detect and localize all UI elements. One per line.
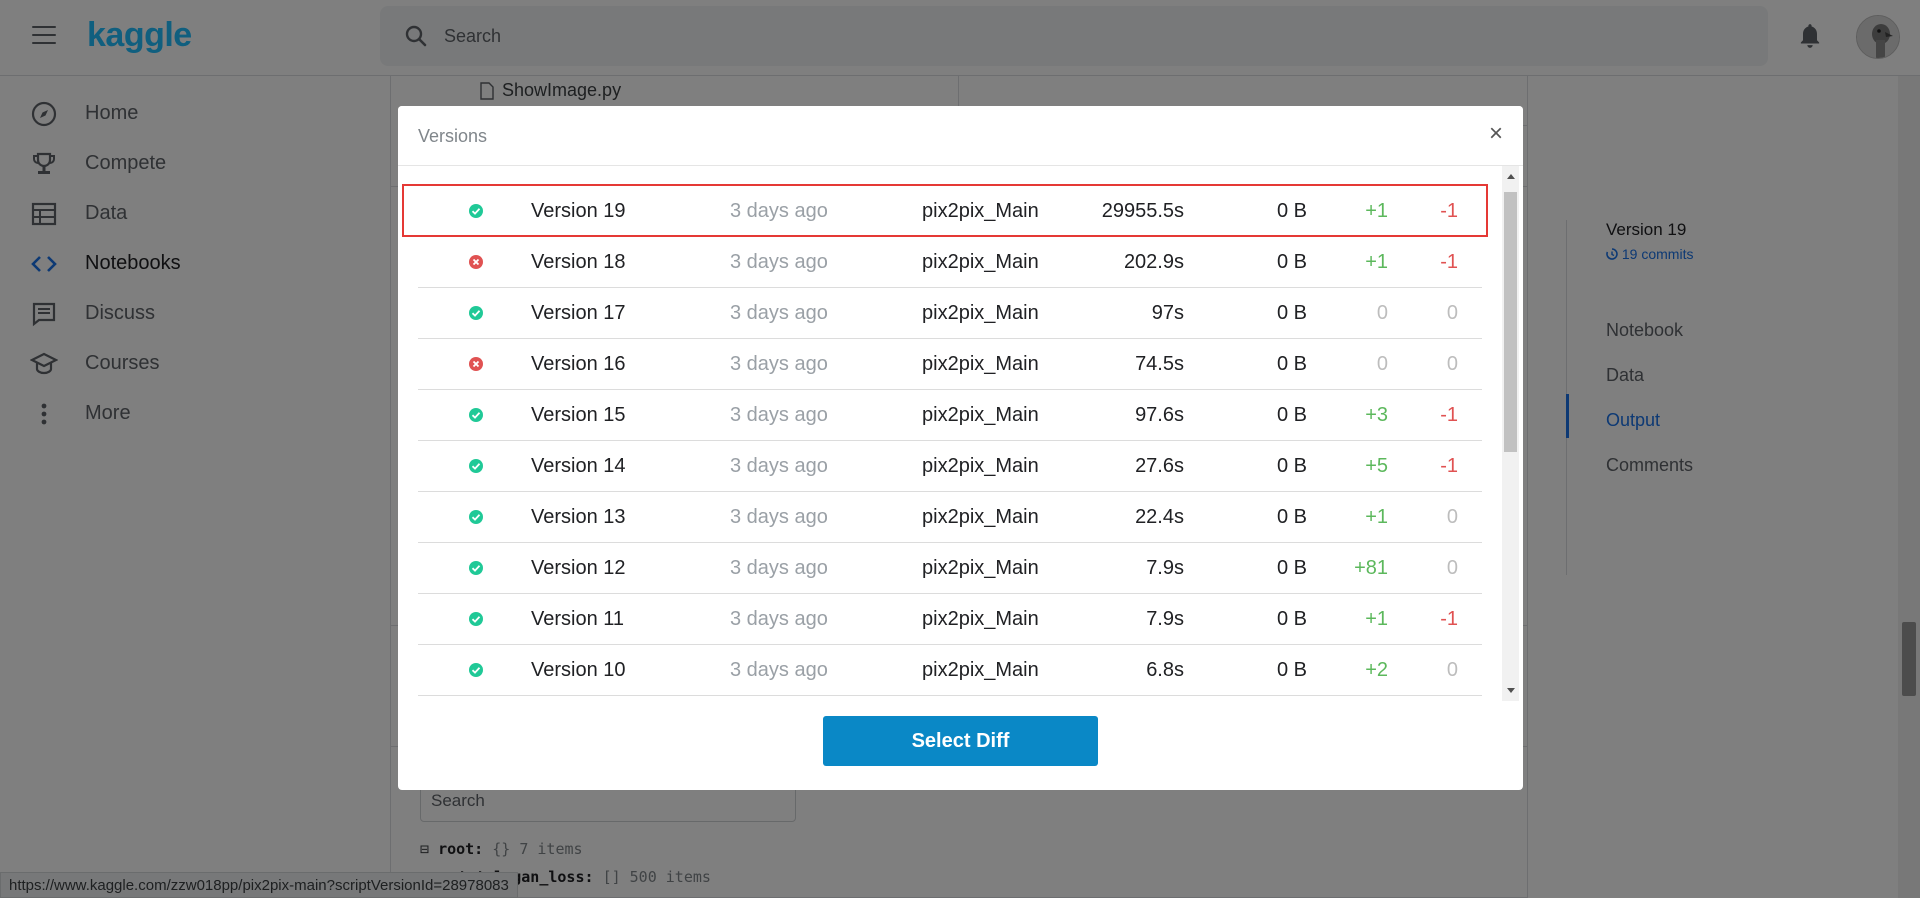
version-label: Version 10 <box>531 659 626 681</box>
kernel-name: pix2pix_Main <box>922 404 1039 426</box>
version-row[interactable]: Version 11 3 days ago pix2pix_Main 7.9s 0 B +… <box>418 594 1482 645</box>
modal-title: Versions <box>418 126 488 146</box>
run-time: 202.9s <box>1123 251 1184 273</box>
lines-removed: 0 <box>1446 506 1458 528</box>
kernel-name: pix2pix_Main <box>922 659 1039 681</box>
select-diff-button[interactable]: Select Diff <box>823 716 1098 766</box>
success-check-icon <box>469 510 483 524</box>
error-x-icon <box>469 357 483 371</box>
run-time: 7.9s <box>1146 608 1184 630</box>
lines-removed: 0 <box>1446 353 1458 375</box>
lines-added: +1 <box>1365 506 1388 528</box>
output-size: 0 B <box>1276 302 1307 324</box>
version-row[interactable]: Version 10 3 days ago pix2pix_Main 6.8s 0 B +… <box>418 645 1482 696</box>
version-row[interactable]: Version 16 3 days ago pix2pix_Main 74.5s 0 B… <box>418 339 1482 390</box>
lines-added: +1 <box>1365 608 1388 630</box>
kernel-name: pix2pix_Main <box>922 353 1039 375</box>
success-check-icon <box>469 408 483 422</box>
lines-added: +2 <box>1365 659 1388 681</box>
kernel-name: pix2pix_Main <box>922 302 1039 324</box>
version-date: 3 days ago <box>730 557 828 579</box>
kernel-name: pix2pix_Main <box>922 506 1039 528</box>
version-label: Version 15 <box>531 404 626 426</box>
lines-removed: 0 <box>1446 557 1458 579</box>
version-row[interactable]: Version 13 3 days ago pix2pix_Main 22.4s 0 B… <box>418 492 1482 543</box>
scroll-down-icon[interactable] <box>1507 688 1515 693</box>
success-check-icon <box>469 459 483 473</box>
lines-removed: -1 <box>1440 251 1458 273</box>
run-time: 97s <box>1151 302 1184 324</box>
success-check-icon <box>469 561 483 575</box>
versions-list: Version 19 3 days ago pix2pix_Main 29955.5s… <box>418 186 1482 696</box>
version-label: Version 14 <box>531 455 626 477</box>
version-label: Version 17 <box>531 302 626 324</box>
lines-added: +1 <box>1365 251 1388 273</box>
scroll-up-icon[interactable] <box>1507 174 1515 179</box>
version-date: 3 days ago <box>730 455 828 477</box>
version-date: 3 days ago <box>730 506 828 528</box>
modal-header: Versions × <box>398 106 1523 166</box>
lines-removed: -1 <box>1440 404 1458 426</box>
error-x-icon <box>469 255 483 269</box>
kernel-name: pix2pix_Main <box>922 455 1039 477</box>
success-check-icon <box>469 663 483 677</box>
output-size: 0 B <box>1276 404 1307 426</box>
version-date: 3 days ago <box>730 659 828 681</box>
lines-removed: 0 <box>1446 659 1458 681</box>
kernel-name: pix2pix_Main <box>922 608 1039 630</box>
success-check-icon <box>469 612 483 626</box>
version-date: 3 days ago <box>730 251 828 273</box>
version-row[interactable]: Version 15 3 days ago pix2pix_Main 97.6s 0 B… <box>418 390 1482 441</box>
version-date: 3 days ago <box>730 302 828 324</box>
version-label: Version 16 <box>531 353 626 375</box>
output-size: 0 B <box>1276 608 1307 630</box>
lines-added: +5 <box>1365 455 1388 477</box>
run-time: 7.9s <box>1146 557 1184 579</box>
lines-removed: 0 <box>1446 302 1458 324</box>
close-icon[interactable]: × <box>1489 122 1503 146</box>
version-date: 3 days ago <box>730 404 828 426</box>
modal-scroll-thumb[interactable] <box>1504 192 1517 452</box>
lines-added: 0 <box>1376 353 1388 375</box>
run-time: 6.8s <box>1146 659 1184 681</box>
lines-added: +81 <box>1354 557 1388 579</box>
kernel-name: pix2pix_Main <box>922 251 1039 273</box>
lines-added: +3 <box>1365 404 1388 426</box>
output-size: 0 B <box>1276 353 1307 375</box>
modal-scrollbar[interactable] <box>1502 166 1519 701</box>
run-time: 97.6s <box>1135 404 1184 426</box>
lines-added: 0 <box>1376 302 1388 324</box>
version-row[interactable]: Version 18 3 days ago pix2pix_Main 202.9s 0 … <box>418 237 1482 288</box>
output-size: 0 B <box>1276 557 1307 579</box>
kernel-name: pix2pix_Main <box>922 557 1039 579</box>
version-label: Version 12 <box>531 557 626 579</box>
version-label: Version 18 <box>531 251 626 273</box>
output-size: 0 B <box>1276 455 1307 477</box>
output-size: 0 B <box>1276 659 1307 681</box>
run-time: 27.6s <box>1135 455 1184 477</box>
version-label: Version 11 <box>531 608 625 630</box>
version-date: 3 days ago <box>730 608 828 630</box>
lines-removed: -1 <box>1440 608 1458 630</box>
run-time: 22.4s <box>1135 506 1184 528</box>
run-time: 74.5s <box>1135 353 1184 375</box>
version-row[interactable]: Version 14 3 days ago pix2pix_Main 27.6s 0 B… <box>418 441 1482 492</box>
version-label: Version 13 <box>531 506 626 528</box>
selected-row-highlight <box>402 184 1488 237</box>
success-check-icon <box>469 306 483 320</box>
version-date: 3 days ago <box>730 353 828 375</box>
version-row[interactable]: Version 17 3 days ago pix2pix_Main 97s 0 B 0 0 <box>418 288 1482 339</box>
output-size: 0 B <box>1276 251 1307 273</box>
lines-removed: -1 <box>1440 455 1458 477</box>
version-row[interactable]: Version 12 3 days ago pix2pix_Main 7.9s 0 B +… <box>418 543 1482 594</box>
output-size: 0 B <box>1276 506 1307 528</box>
